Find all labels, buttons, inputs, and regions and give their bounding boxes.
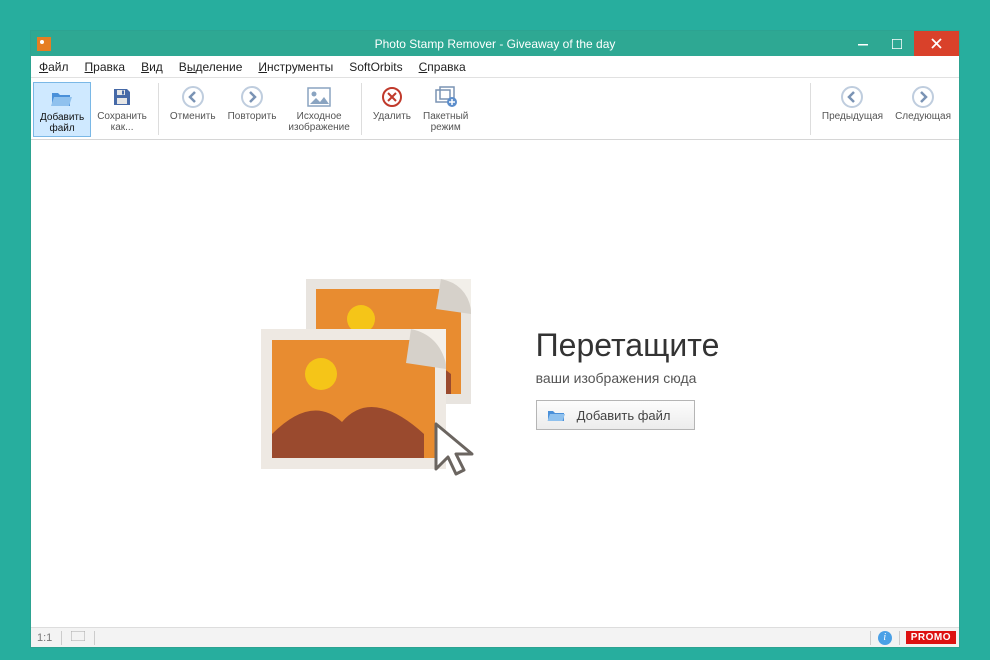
zoom-label[interactable]: 1:1 <box>31 632 58 644</box>
minimize-button[interactable] <box>846 31 880 56</box>
canvas-area[interactable]: Перетащите ваши изображения сюда Добавит… <box>31 140 959 627</box>
redo-button[interactable]: Повторить <box>222 82 283 125</box>
status-separator <box>61 631 62 645</box>
drop-zone: Перетащите ваши изображения сюда Добавит… <box>251 274 720 484</box>
previous-button[interactable]: Предыдущая <box>816 82 889 125</box>
save-icon <box>109 84 135 110</box>
promo-badge[interactable]: PROMO <box>906 631 956 644</box>
delete-icon <box>379 84 405 110</box>
add-file-main-button[interactable]: Добавить файл <box>536 400 696 430</box>
batch-mode-button[interactable]: Пакетный режим <box>417 82 474 135</box>
drop-title: Перетащите <box>536 327 720 364</box>
status-bar: 1:1 i PROMO <box>31 627 959 647</box>
image-icon <box>306 84 332 110</box>
toolbar-label: Следующая <box>895 112 951 123</box>
toolbar-label: Добавить <box>40 113 84 124</box>
folder-open-icon <box>547 407 567 423</box>
toolbar-separator <box>361 83 362 135</box>
menu-help[interactable]: Справка <box>411 56 474 77</box>
toolbar-label: режим <box>431 123 461 134</box>
maximize-button[interactable] <box>880 31 914 56</box>
delete-button[interactable]: Удалить <box>367 82 417 125</box>
toolbar-label: Исходное <box>297 112 342 123</box>
drop-subtitle: ваши изображения сюда <box>536 370 720 386</box>
save-as-button[interactable]: Сохранить как... <box>91 82 153 135</box>
add-file-main-label: Добавить файл <box>577 408 671 423</box>
toolbar-label: Повторить <box>228 112 277 123</box>
arrow-left-circle-icon <box>839 84 865 110</box>
toolbar-label: как... <box>111 123 134 134</box>
status-separator <box>94 631 95 645</box>
toolbar: Добавить файл Сохранить как... От <box>31 78 959 140</box>
toolbar-label: Предыдущая <box>822 112 883 123</box>
title-bar: Photo Stamp Remover - Giveaway of the da… <box>31 31 959 56</box>
toolbar-label: Удалить <box>373 112 411 123</box>
arrow-right-circle-icon <box>910 84 936 110</box>
add-file-button[interactable]: Добавить файл <box>33 82 91 137</box>
menu-edit[interactable]: Правка <box>77 56 134 77</box>
menu-select[interactable]: Выделение <box>171 56 251 77</box>
menu-softorbits[interactable]: SoftOrbits <box>341 56 410 77</box>
toolbar-label: Сохранить <box>97 112 147 123</box>
menu-tools[interactable]: Инструменты <box>250 56 341 77</box>
status-separator <box>899 631 900 645</box>
original-image-button[interactable]: Исходное изображение <box>282 82 355 135</box>
toolbar-separator <box>158 83 159 135</box>
app-window: Photo Stamp Remover - Giveaway of the da… <box>30 30 960 648</box>
arrow-left-circle-icon <box>180 84 206 110</box>
dimensions-icon <box>65 631 91 644</box>
window-title: Photo Stamp Remover - Giveaway of the da… <box>31 37 959 51</box>
toolbar-separator <box>810 83 811 135</box>
toolbar-label: файл <box>49 124 74 135</box>
status-separator <box>870 631 871 645</box>
close-button[interactable] <box>914 31 959 56</box>
batch-icon <box>433 84 459 110</box>
info-icon: i <box>878 631 892 645</box>
app-icon <box>31 37 56 51</box>
menu-file[interactable]: Файл <box>31 56 77 77</box>
info-button[interactable]: i <box>874 631 896 645</box>
arrow-right-circle-icon <box>239 84 265 110</box>
folder-open-icon <box>49 85 75 111</box>
drop-illustration <box>251 274 501 484</box>
menu-view[interactable]: Вид <box>133 56 171 77</box>
menu-bar: Файл Правка Вид Выделение Инструменты So… <box>31 56 959 78</box>
toolbar-label: изображение <box>288 123 349 134</box>
next-button[interactable]: Следующая <box>889 82 957 125</box>
undo-button[interactable]: Отменить <box>164 82 222 125</box>
toolbar-label: Пакетный <box>423 112 468 123</box>
toolbar-label: Отменить <box>170 112 216 123</box>
